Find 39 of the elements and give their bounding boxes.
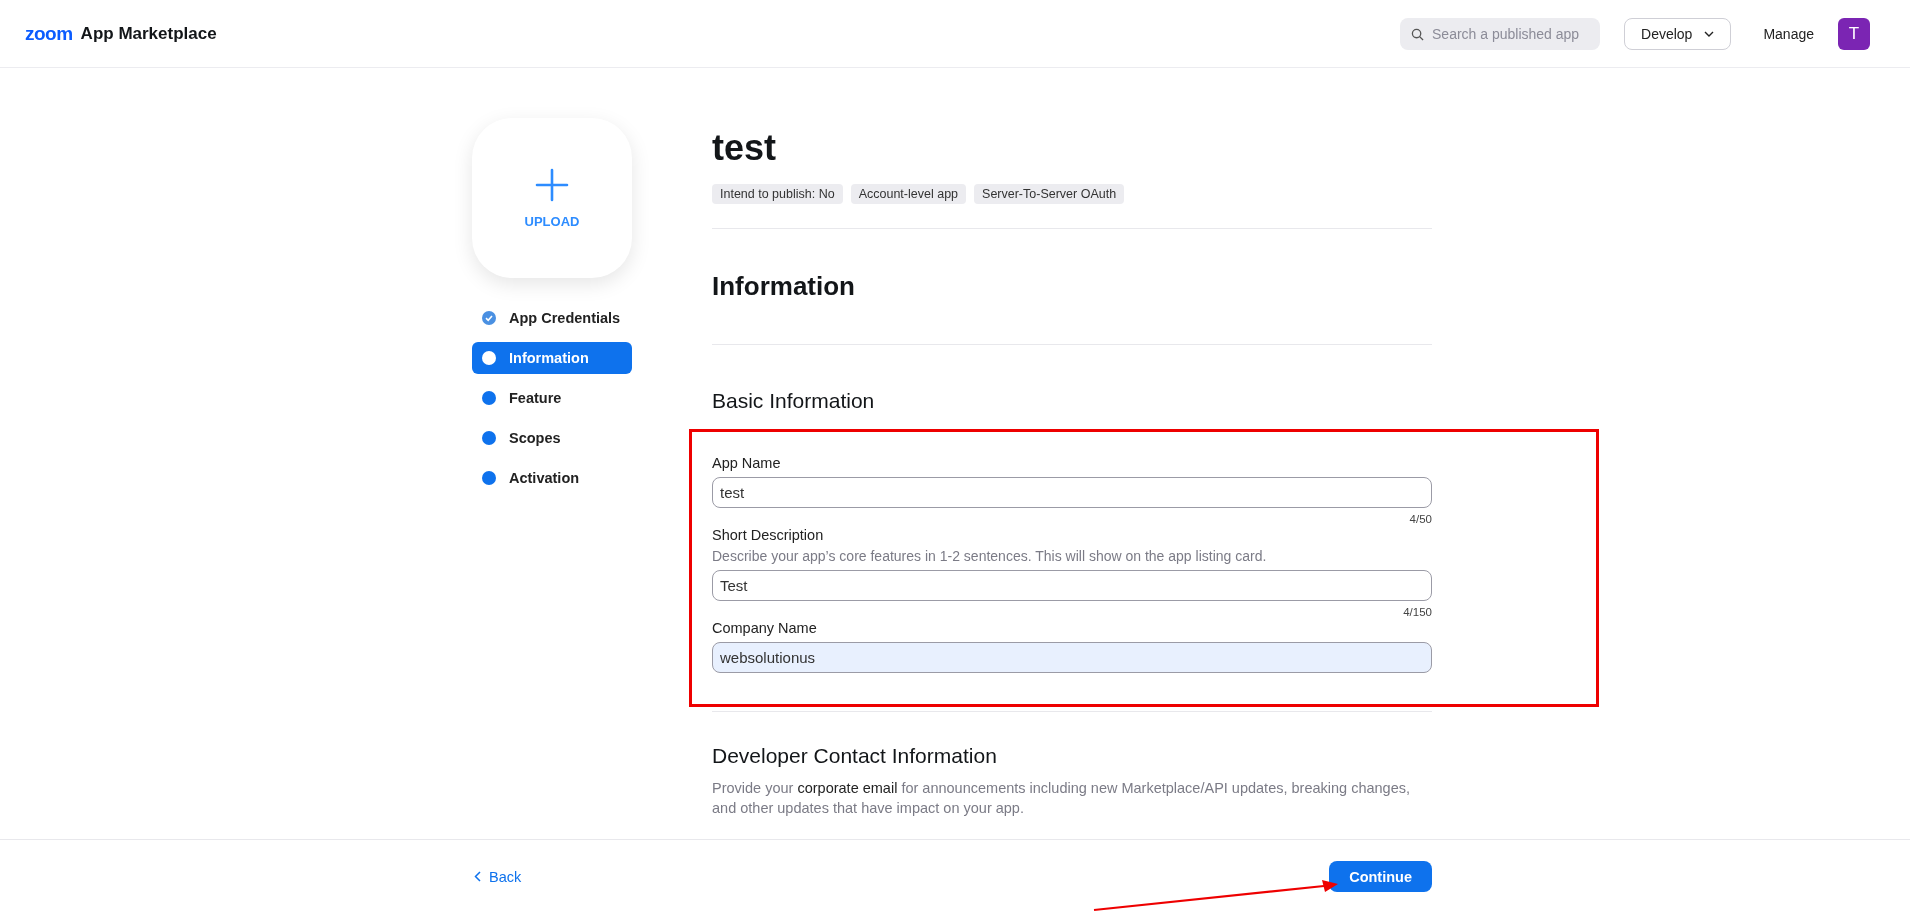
manage-link[interactable]: Manage xyxy=(1763,25,1814,42)
character-counter: 4/150 xyxy=(1403,606,1432,618)
step-item[interactable]: Scopes xyxy=(472,422,632,454)
field-label: Company Name xyxy=(712,620,818,636)
tag: Account-level app xyxy=(850,184,967,204)
user-avatar[interactable]: T xyxy=(1838,17,1870,50)
develop-dropdown[interactable]: Develop xyxy=(1624,17,1732,50)
text-input[interactable]: Test xyxy=(712,570,1432,601)
product-name: App Marketplace xyxy=(80,23,217,44)
step-item[interactable]: Information xyxy=(472,342,632,374)
subsection-heading: Developer Contact Information xyxy=(712,744,998,768)
step-dot-icon xyxy=(482,471,496,485)
character-counter: 4/50 xyxy=(1409,513,1432,525)
app-title: test xyxy=(712,126,778,170)
chevron-down-icon xyxy=(1704,30,1715,37)
tag: Intend to publish: No xyxy=(712,184,843,204)
text-input[interactable]: test xyxy=(712,477,1432,508)
step-item[interactable]: Activation xyxy=(472,462,632,494)
step-item[interactable]: Feature xyxy=(472,382,632,414)
zoom-logo[interactable]: zoom xyxy=(25,22,73,45)
step-dot-icon xyxy=(482,391,496,405)
chevron-left-icon xyxy=(474,871,481,882)
step-dot-icon xyxy=(482,431,496,445)
tag: Server-To-Server OAuth xyxy=(974,184,1125,204)
description-text: Provide your corporate email for announcements including new Marketplace/API updates, breaking changes, and other updates that have impact on your app. xyxy=(712,779,1412,818)
check-circle-icon xyxy=(482,311,496,325)
subsection-heading: Basic Information xyxy=(712,389,876,413)
plus-icon xyxy=(535,167,569,202)
back-link[interactable]: Back xyxy=(472,868,522,885)
search-icon xyxy=(1411,27,1425,41)
step-dot-icon xyxy=(482,351,496,365)
text-input[interactable]: websolutionus xyxy=(712,642,1432,673)
continue-button[interactable]: Continue xyxy=(1329,861,1432,892)
field-label: Short Description xyxy=(712,527,825,543)
field-hint: Describe your app’s core features in 1-2 sentences. This will show on the app listing card. xyxy=(712,548,1268,564)
section-heading: Information xyxy=(712,271,856,302)
field-label: App Name xyxy=(712,455,782,471)
search-field[interactable]: Search a published app xyxy=(1400,17,1601,50)
step-item[interactable]: App Credentials xyxy=(472,302,632,334)
